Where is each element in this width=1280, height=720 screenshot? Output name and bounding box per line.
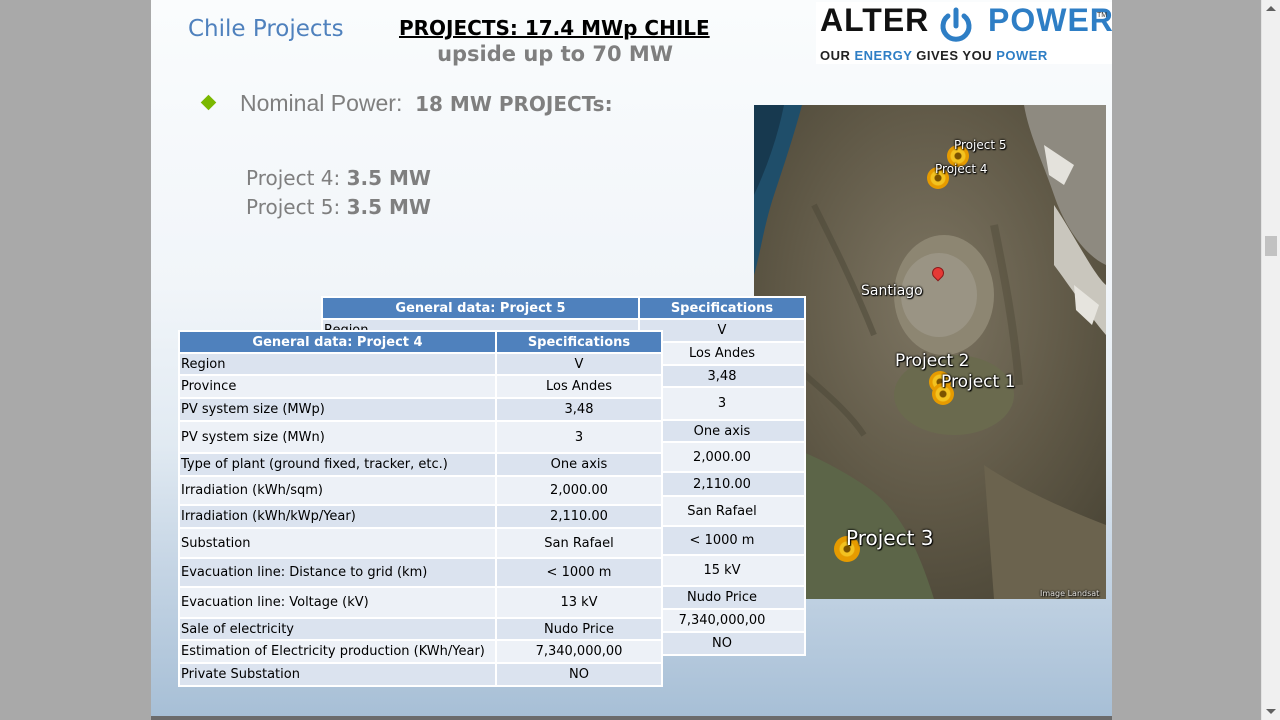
table-row-label: PV system size (MWn)	[178, 420, 497, 454]
project-5-value: 3.5 MW	[346, 195, 431, 219]
subtitle: upside up to 70 MW	[437, 42, 673, 66]
logo-tagline: OUR ENERGY GIVES YOU POWER	[820, 48, 1048, 63]
table-row-label: Private Substation	[178, 662, 497, 687]
project-5-value: San Rafael	[638, 495, 806, 527]
project-4-line: Project 4: 3.5 MW	[246, 166, 431, 190]
table-row-value: 3,48	[495, 397, 663, 422]
project-4-label: Project 4:	[246, 166, 341, 190]
table-row-label: Irradiation (kWh/kWp/Year)	[178, 504, 497, 529]
project-5-value: 7,340,000,00	[638, 608, 806, 633]
vertical-scrollbar[interactable]	[1261, 0, 1280, 720]
table-row-label: Region	[178, 352, 497, 376]
nominal-power-label: Nominal Power:	[240, 90, 403, 116]
table-row-value: < 1000 m	[495, 557, 663, 588]
logo-trademark: TM	[1097, 12, 1108, 19]
bullet-diamond-icon	[200, 94, 217, 111]
project-5-value: 3	[638, 386, 806, 421]
nominal-power-bullet: Nominal Power: 18 MW PROJECTs:	[240, 90, 613, 117]
table-row-value: NO	[495, 662, 663, 687]
table-row-label: Substation	[178, 527, 497, 559]
map-label-santiago: Santiago	[861, 283, 923, 299]
project-5-value: Los Andes	[638, 341, 806, 366]
table-row-value: Nudo Price	[495, 617, 663, 641]
scroll-down-arrow-icon[interactable]	[1266, 709, 1276, 714]
logo-word-power: POWER	[988, 2, 1112, 38]
scrollbar-thumb[interactable]	[1265, 236, 1277, 256]
tagline-part: ENERGY	[854, 48, 913, 63]
power-icon	[940, 7, 972, 42]
map-label-project-5: Project 5	[954, 138, 1007, 152]
project-4-spec-header: Specifications	[495, 330, 663, 354]
project-5-value: 15 kV	[638, 554, 806, 587]
table-row-value: One axis	[495, 452, 663, 477]
project-5-value: 3,48	[638, 364, 806, 388]
table-row-label: Sale of electricity	[178, 617, 497, 641]
logo-word-alter: ALTER	[820, 2, 930, 38]
tagline-part: POWER	[996, 48, 1048, 63]
scroll-up-arrow-icon[interactable]	[1266, 6, 1276, 11]
nominal-power-value: 18 MW PROJECTs:	[415, 92, 613, 116]
map-image-credit: Image Landsat	[1040, 589, 1100, 598]
table-row-value: San Rafael	[495, 527, 663, 559]
project-5-value: V	[638, 318, 806, 343]
table-row-label: Evacuation line: Distance to grid (km)	[178, 557, 497, 588]
project-5-value: 2,110.00	[638, 471, 806, 497]
alter-power-logo: ALTER POWER TM OUR ENERGY GIVES YOU POWE…	[816, 2, 1112, 64]
table-row-label: PV system size (MWp)	[178, 397, 497, 422]
project-4-table-header: General data: Project 4	[178, 330, 497, 354]
main-title: PROJECTS: 17.4 MWp CHILE	[399, 16, 710, 40]
map-label-project-2: Project 2	[895, 351, 970, 371]
map-label-project-1: Project 1	[941, 372, 1016, 392]
table-row-value: V	[495, 352, 663, 376]
tagline-part: GIVES YOU	[912, 48, 997, 63]
table-row-value: 2,110.00	[495, 504, 663, 529]
project-5-value: One axis	[638, 419, 806, 443]
table-row-label: Type of plant (ground fixed, tracker, et…	[178, 452, 497, 477]
map-label-project-3: Project 3	[846, 526, 934, 550]
table-row-value: 7,340,000,00	[495, 639, 663, 664]
slide: Chile Projects PROJECTS: 17.4 MWp CHILE …	[151, 0, 1112, 716]
section-title: Chile Projects	[188, 16, 344, 42]
slide-bottom-edge	[151, 716, 1112, 720]
map-label-project-4: Project 4	[935, 162, 988, 176]
table-row-label: Estimation of Electricity production (KW…	[178, 639, 497, 664]
table-row-value: Los Andes	[495, 374, 663, 399]
project-5-spec-header: Specifications	[638, 296, 806, 320]
project-5-label: Project 5:	[246, 195, 341, 219]
project-5-value: 2,000.00	[638, 441, 806, 473]
project-4-value: 3.5 MW	[346, 166, 431, 190]
project-5-value: < 1000 m	[638, 525, 806, 556]
table-row-label: Irradiation (kWh/sqm)	[178, 475, 497, 506]
table-row-value: 2,000.00	[495, 475, 663, 506]
project-5-line: Project 5: 3.5 MW	[246, 195, 431, 219]
project-5-table-header: General data: Project 5	[321, 296, 640, 320]
tagline-part: OUR	[820, 48, 855, 63]
table-row-label: Evacuation line: Voltage (kV)	[178, 586, 497, 619]
table-row-label: Province	[178, 374, 497, 399]
project-5-value: NO	[638, 631, 806, 656]
project-4-table: General data: Project 4 Specifications R…	[178, 330, 663, 687]
project-5-value: Nudo Price	[638, 585, 806, 610]
table-row-value: 13 kV	[495, 586, 663, 619]
satellite-map: Project 5 Project 4 Santiago Project 2 P…	[754, 105, 1106, 599]
table-row-value: 3	[495, 420, 663, 454]
